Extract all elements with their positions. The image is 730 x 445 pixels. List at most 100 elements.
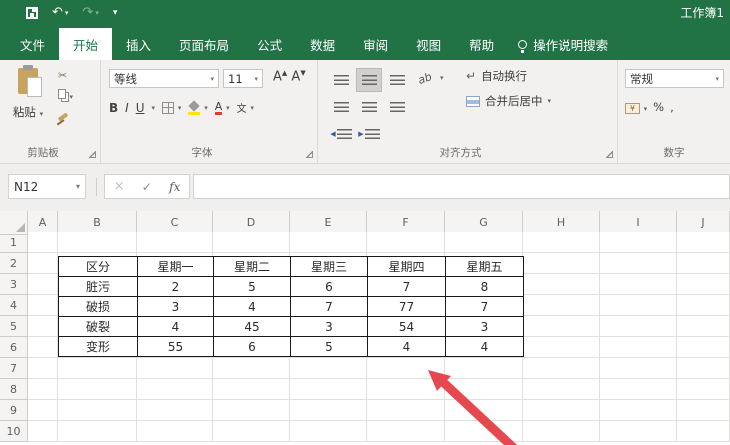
table-cell[interactable]: 5 — [291, 337, 368, 357]
cell-A10[interactable] — [28, 421, 58, 442]
cell-I2[interactable] — [600, 253, 677, 274]
table-cell[interactable]: 5 — [214, 277, 291, 297]
table-cell[interactable]: 星期二 — [214, 257, 291, 277]
merge-center-button[interactable]: 合并后居中 ▾ — [466, 93, 551, 109]
cell-F1[interactable] — [367, 232, 445, 253]
table-cell[interactable]: 54 — [368, 317, 446, 337]
cut-button[interactable]: ✂ — [58, 70, 73, 82]
tab-help[interactable]: 帮助 — [455, 28, 508, 60]
cell-D7[interactable] — [213, 358, 290, 379]
wrap-text-button[interactable]: ↵ 自动换行 — [466, 68, 551, 84]
row-header-7[interactable]: 7 — [0, 358, 28, 379]
cell-B8[interactable] — [58, 379, 137, 400]
undo-button[interactable]: ↶▾ — [52, 4, 68, 22]
format-painter-button[interactable] — [58, 110, 73, 122]
cell-A3[interactable] — [28, 274, 58, 295]
cell-J8[interactable] — [677, 379, 730, 400]
cell-I5[interactable] — [600, 316, 677, 337]
table-cell[interactable]: 破损 — [59, 297, 138, 317]
table-cell[interactable]: 2 — [138, 277, 214, 297]
cell-C8[interactable] — [137, 379, 213, 400]
table-cell[interactable]: 4 — [214, 297, 291, 317]
font-name-combo[interactable]: 等线▾ — [109, 69, 219, 88]
phonetic-button[interactable]: 文 ▾ — [237, 100, 254, 115]
align-center-button[interactable] — [356, 95, 382, 119]
cell-J3[interactable] — [677, 274, 730, 295]
table-cell[interactable]: 77 — [368, 297, 446, 317]
cell-G1[interactable] — [445, 232, 523, 253]
cell-E9[interactable] — [290, 400, 367, 421]
cell-B9[interactable] — [58, 400, 137, 421]
cell-B7[interactable] — [58, 358, 137, 379]
customize-qat-button[interactable]: ▾ — [113, 4, 118, 22]
cell-H5[interactable] — [523, 316, 600, 337]
cell-F7[interactable] — [367, 358, 445, 379]
row-header-1[interactable]: 1 — [0, 232, 28, 253]
tab-data[interactable]: 数据 — [296, 28, 349, 60]
fill-color-button[interactable]: ▾ — [188, 101, 207, 115]
cell-D9[interactable] — [213, 400, 290, 421]
cell-I4[interactable] — [600, 295, 677, 316]
name-box[interactable]: N12 ▾ — [8, 174, 86, 199]
decrease-indent-button[interactable]: ◀ — [328, 122, 354, 146]
cell-H6[interactable] — [523, 337, 600, 358]
cell-J10[interactable] — [677, 421, 730, 442]
accounting-format-button[interactable]: ¥ ▾ — [625, 100, 647, 114]
clipboard-dialog-launcher[interactable] — [89, 151, 96, 158]
table-cell[interactable]: 55 — [138, 337, 214, 357]
tab-file[interactable]: 文件 — [6, 28, 59, 60]
cell-H3[interactable] — [523, 274, 600, 295]
align-middle-button[interactable] — [356, 68, 382, 92]
cell-A6[interactable] — [28, 337, 58, 358]
cell-G9[interactable] — [445, 400, 523, 421]
table-cell[interactable]: 7 — [368, 277, 446, 297]
table-cell[interactable]: 破裂 — [59, 317, 138, 337]
table-cell[interactable]: 4 — [368, 337, 446, 357]
italic-button[interactable]: I — [125, 101, 129, 115]
table-cell[interactable]: 6 — [214, 337, 291, 357]
table-cell[interactable]: 8 — [446, 277, 524, 297]
align-left-button[interactable] — [328, 95, 354, 119]
save-button[interactable] — [26, 7, 38, 19]
tab-view[interactable]: 视图 — [402, 28, 455, 60]
table-cell[interactable]: 3 — [446, 317, 524, 337]
row-header-3[interactable]: 3 — [0, 274, 28, 295]
redo-button[interactable]: ↷▾ — [82, 4, 98, 22]
cell-B10[interactable] — [58, 421, 137, 442]
row-header-9[interactable]: 9 — [0, 400, 28, 421]
borders-button[interactable]: ▾ — [162, 101, 181, 115]
increase-indent-button[interactable]: ▶ — [356, 122, 382, 146]
cell-A8[interactable] — [28, 379, 58, 400]
bold-button[interactable]: B — [109, 101, 118, 115]
cell-H9[interactable] — [523, 400, 600, 421]
cell-A9[interactable] — [28, 400, 58, 421]
table-cell[interactable]: 7 — [291, 297, 368, 317]
row-header-8[interactable]: 8 — [0, 379, 28, 400]
table-cell[interactable]: 星期五 — [446, 257, 524, 277]
table-cell[interactable]: 6 — [291, 277, 368, 297]
cell-B1[interactable] — [58, 232, 137, 253]
table-cell[interactable]: 3 — [138, 297, 214, 317]
cell-A4[interactable] — [28, 295, 58, 316]
cell-J9[interactable] — [677, 400, 730, 421]
cell-J4[interactable] — [677, 295, 730, 316]
cell-A5[interactable] — [28, 316, 58, 337]
cell-G10[interactable] — [445, 421, 523, 442]
cell-H10[interactable] — [523, 421, 600, 442]
row-header-2[interactable]: 2 — [0, 253, 28, 274]
tab-review[interactable]: 审阅 — [349, 28, 402, 60]
cell-J7[interactable] — [677, 358, 730, 379]
cell-D8[interactable] — [213, 379, 290, 400]
cell-H4[interactable] — [523, 295, 600, 316]
cell-H2[interactable] — [523, 253, 600, 274]
cell-F10[interactable] — [367, 421, 445, 442]
orientation-button[interactable]: ab — [416, 70, 433, 87]
formula-input[interactable] — [193, 174, 730, 199]
cell-C10[interactable] — [137, 421, 213, 442]
table-cell[interactable]: 7 — [446, 297, 524, 317]
tab-page-layout[interactable]: 页面布局 — [165, 28, 243, 60]
table-cell[interactable]: 3 — [291, 317, 368, 337]
select-all-corner[interactable] — [0, 211, 28, 235]
table-cell[interactable]: 4 — [446, 337, 524, 357]
font-grow-shrink-buttons[interactable]: A▲ A▼ — [273, 69, 306, 84]
